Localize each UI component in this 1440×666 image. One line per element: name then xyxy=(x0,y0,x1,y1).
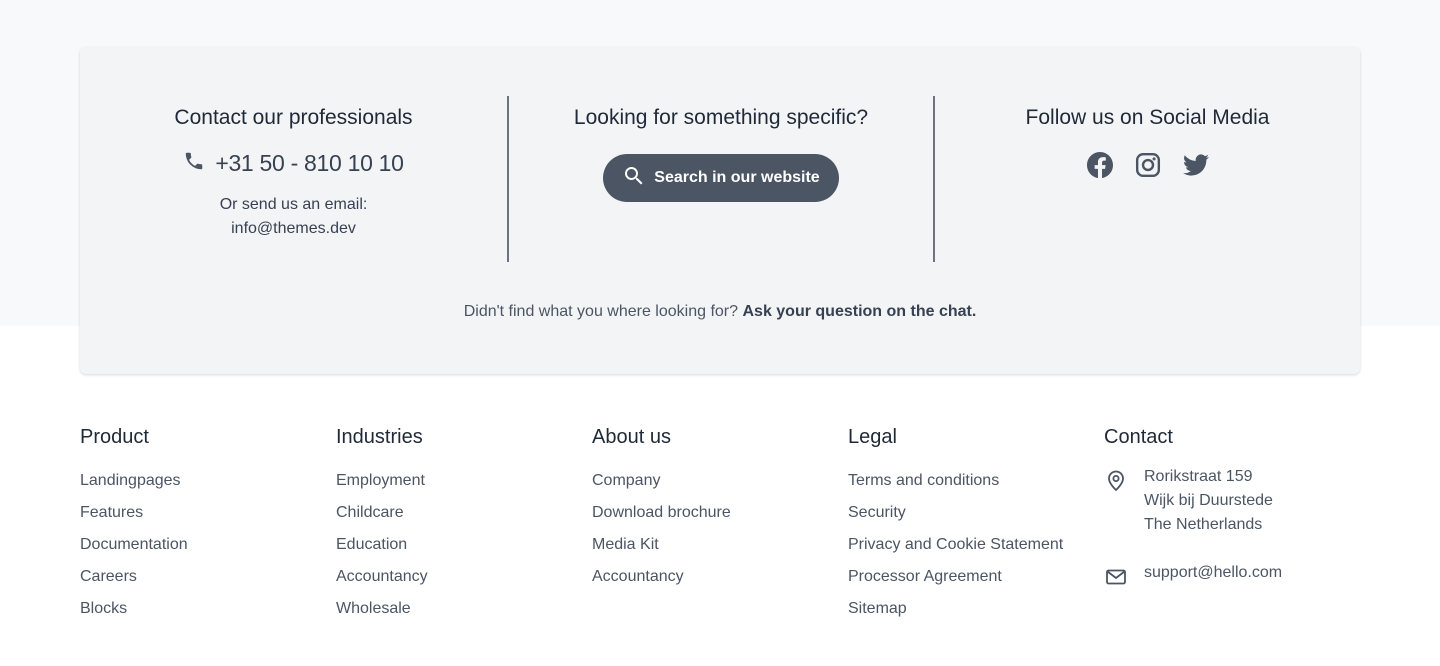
search-column: Looking for something specific? Search i… xyxy=(508,96,934,262)
address-line: The Netherlands xyxy=(1144,516,1263,533)
search-button-label: Search in our website xyxy=(654,169,820,186)
footer-product: Product Landingpages Features Documentat… xyxy=(80,424,336,625)
email-label: Or send us an email: xyxy=(219,196,368,213)
footer-about: About us Company Download brochure Media… xyxy=(592,424,848,625)
chat-prompt-text: Didn't find what you where looking for? xyxy=(463,303,739,320)
footer-link[interactable]: Education xyxy=(336,529,592,561)
phone-row[interactable]: +31 50 - 810 10 10 xyxy=(183,150,404,177)
search-button[interactable]: Search in our website xyxy=(603,154,839,202)
address-row: Rorikstraat 159 Wijk bij Duurstede The N… xyxy=(1104,465,1360,537)
footer-link[interactable]: Accountancy xyxy=(592,561,848,593)
location-pin-icon xyxy=(1104,469,1128,493)
chat-prompt: Didn't find what you where looking for? … xyxy=(80,303,1360,321)
footer-link[interactable]: Processor Agreement xyxy=(848,561,1104,593)
contact-column: Contact our professionals +31 50 - 810 1… xyxy=(80,96,507,262)
phone-icon xyxy=(183,150,215,177)
footer-link[interactable]: Wholesale xyxy=(336,593,592,625)
footer-industries: Industries Employment Childcare Educatio… xyxy=(336,424,592,625)
contact-card: Contact our professionals +31 50 - 810 1… xyxy=(80,47,1360,374)
footer-link[interactable]: Terms and conditions xyxy=(848,465,1104,497)
footer-link[interactable]: Landingpages xyxy=(80,465,336,497)
footer-contact: Contact Rorikstraat 159 Wijk bij Duurste… xyxy=(1104,424,1360,625)
footer: Product Landingpages Features Documentat… xyxy=(80,424,1360,625)
footer-link[interactable]: Media Kit xyxy=(592,529,848,561)
address-line: Wijk bij Duurstede xyxy=(1144,492,1273,509)
footer-link[interactable]: Company xyxy=(592,465,848,497)
footer-link[interactable]: Documentation xyxy=(80,529,336,561)
footer-heading: About us xyxy=(592,426,671,448)
footer-link[interactable]: Download brochure xyxy=(592,497,848,529)
footer-heading: Legal xyxy=(848,426,897,448)
search-heading: Looking for something specific? xyxy=(573,106,869,129)
email-row[interactable]: support@hello.com xyxy=(1104,561,1360,589)
footer-link[interactable]: Security xyxy=(848,497,1104,529)
support-email[interactable]: support@hello.com xyxy=(1144,561,1282,585)
footer-heading: Industries xyxy=(336,426,423,448)
phone-number[interactable]: +31 50 - 810 10 10 xyxy=(215,150,404,177)
social-column: Follow us on Social Media xyxy=(935,96,1360,262)
address: Rorikstraat 159 Wijk bij Duurstede The N… xyxy=(1144,465,1273,537)
footer-link[interactable]: Privacy and Cookie Statement xyxy=(848,529,1104,561)
footer-link[interactable]: Sitemap xyxy=(848,593,1104,625)
contact-heading: Contact our professionals xyxy=(174,106,413,129)
footer-link[interactable]: Accountancy xyxy=(336,561,592,593)
footer-heading: Product xyxy=(80,426,149,448)
social-icons xyxy=(1086,152,1209,178)
email-link[interactable]: info@themes.dev xyxy=(231,217,356,241)
footer-link[interactable]: Employment xyxy=(336,465,592,497)
chat-link[interactable]: Ask your question on the chat. xyxy=(742,303,976,320)
footer-legal: Legal Terms and conditions Security Priv… xyxy=(848,424,1104,625)
address-line: Rorikstraat 159 xyxy=(1144,468,1253,485)
footer-link[interactable]: Blocks xyxy=(80,593,336,625)
twitter-icon[interactable] xyxy=(1182,152,1209,178)
instagram-icon[interactable] xyxy=(1135,152,1161,178)
footer-heading: Contact xyxy=(1104,426,1173,448)
social-heading: Follow us on Social Media xyxy=(1025,106,1270,129)
mail-icon xyxy=(1104,565,1128,589)
footer-link[interactable]: Features xyxy=(80,497,336,529)
footer-link[interactable]: Careers xyxy=(80,561,336,593)
footer-link[interactable]: Childcare xyxy=(336,497,592,529)
search-icon xyxy=(622,164,654,193)
facebook-icon[interactable] xyxy=(1086,152,1113,178)
